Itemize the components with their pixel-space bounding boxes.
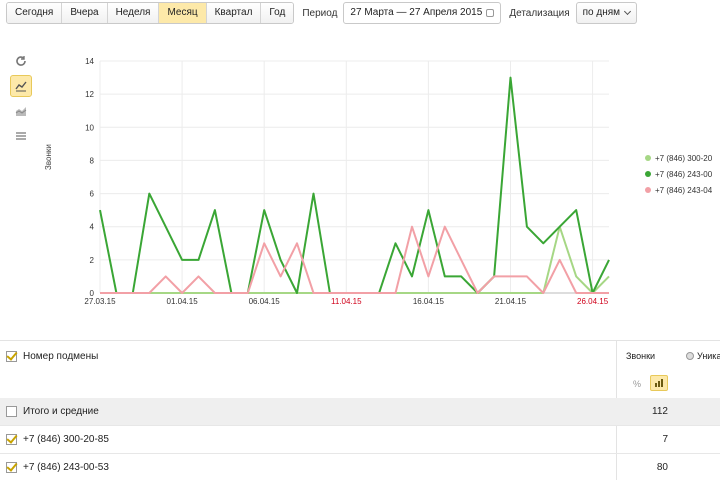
legend-swatch <box>645 171 651 177</box>
legend-item[interactable]: +7 (846) 243-00 <box>645 166 712 182</box>
y-tick-label: 2 <box>90 256 95 265</box>
header-number-column: Номер подмены <box>0 351 98 362</box>
y-tick-label: 8 <box>90 156 95 165</box>
legend-item[interactable]: +7 (846) 300-20 <box>645 150 712 166</box>
report-table: Номер подмены Звонки Уника % Итого и сре… <box>0 340 720 480</box>
row-label: +7 (846) 243-00-53 <box>23 462 109 473</box>
table-row-totals: Итого и средние 112 <box>0 398 720 426</box>
refresh-tool-button[interactable] <box>10 50 32 72</box>
date-range-value: 27 Марта — 27 Апреля 2015 <box>350 7 483 18</box>
table-row: +7 (846) 300-20-85 7 <box>0 426 720 454</box>
table-row: +7 (846) 243-00-53 80 <box>0 454 720 480</box>
period-quarter-button[interactable]: Квартал <box>206 3 262 23</box>
x-tick-label: 27.03.15 <box>84 297 116 306</box>
y-tick-label: 12 <box>85 90 94 99</box>
row-label: +7 (846) 300-20-85 <box>23 434 109 445</box>
y-axis-title: Звонки <box>44 144 53 170</box>
row-calls-value: 112 <box>652 406 668 417</box>
period-segmented-control: Сегодня Вчера Неделя Месяц Квартал Год <box>6 2 295 24</box>
header-unique-column[interactable]: Уника <box>686 351 720 361</box>
period-label: Период <box>302 7 338 19</box>
row-checkbox[interactable] <box>6 434 17 445</box>
bar-chart-icon <box>16 132 26 140</box>
y-tick-label: 4 <box>90 223 95 232</box>
x-tick-label: 11.04.15 <box>331 297 362 306</box>
percent-toggle[interactable]: % <box>633 379 641 389</box>
period-yesterday-button[interactable]: Вчера <box>62 3 108 23</box>
calendar-icon <box>486 9 495 17</box>
refresh-icon <box>16 56 26 66</box>
bar-chart-tool-button[interactable] <box>10 125 32 147</box>
header-unique-label: Уника <box>697 351 720 361</box>
area-chart-tool-button[interactable] <box>10 100 32 122</box>
select-all-checkbox[interactable] <box>6 351 17 362</box>
legend-label: +7 (846) 300-20 <box>655 153 713 163</box>
period-today-button[interactable]: Сегодня <box>7 3 63 23</box>
legend-label: +7 (846) 243-04 <box>655 185 713 195</box>
series-line <box>99 76 610 294</box>
header-number-label[interactable]: Номер подмены <box>23 351 98 362</box>
calls-line-chart: 0246810121427.03.15 01.04.15 06.04.15 11.04… <box>84 57 610 306</box>
area-chart-icon <box>15 107 27 116</box>
line-chart-tool-button[interactable] <box>10 75 32 97</box>
legend-swatch <box>645 155 651 161</box>
chevron-down-icon <box>624 7 632 16</box>
date-range-picker[interactable]: 27 Марта — 27 Апреля 2015 <box>343 2 502 24</box>
chart-legend: +7 (846) 300-20 +7 (846) 243-00 +7 (846)… <box>645 150 712 198</box>
bar-view-toggle[interactable] <box>650 375 668 391</box>
x-tick-label: 01.04.15 <box>167 297 199 306</box>
period-year-button[interactable]: Год <box>261 3 294 23</box>
x-tick-label: 16.04.15 <box>413 297 445 306</box>
period-week-button[interactable]: Неделя <box>107 3 160 23</box>
y-tick-label: 14 <box>85 57 94 66</box>
detail-label: Детализация <box>509 7 570 19</box>
x-tick-label: 21.04.15 <box>495 297 527 306</box>
row-calls-value: 7 <box>662 434 668 445</box>
row-checkbox[interactable] <box>6 462 17 473</box>
toolbar: Сегодня Вчера Неделя Месяц Квартал Год П… <box>0 0 720 26</box>
unique-radio[interactable] <box>686 352 694 360</box>
line-chart-icon <box>15 81 27 92</box>
x-tick-label: 06.04.15 <box>249 297 281 306</box>
row-label: Итого и средние <box>23 406 99 417</box>
legend-item[interactable]: +7 (846) 243-04 <box>645 182 712 198</box>
legend-swatch <box>645 187 651 193</box>
legend-label: +7 (846) 243-00 <box>655 169 713 179</box>
y-tick-label: 10 <box>85 123 94 132</box>
period-month-button[interactable]: Месяц <box>159 3 207 23</box>
detail-select-value: по дням <box>582 7 621 18</box>
table-header: Номер подмены Звонки Уника % <box>0 340 720 396</box>
detail-select[interactable]: по дням <box>575 2 638 24</box>
row-calls-value: 80 <box>656 462 668 473</box>
y-tick-label: 6 <box>90 190 95 199</box>
row-checkbox[interactable] <box>6 406 17 417</box>
header-calls-column[interactable]: Звонки <box>626 351 655 361</box>
x-tick-label: 26.04.15 <box>577 297 609 306</box>
